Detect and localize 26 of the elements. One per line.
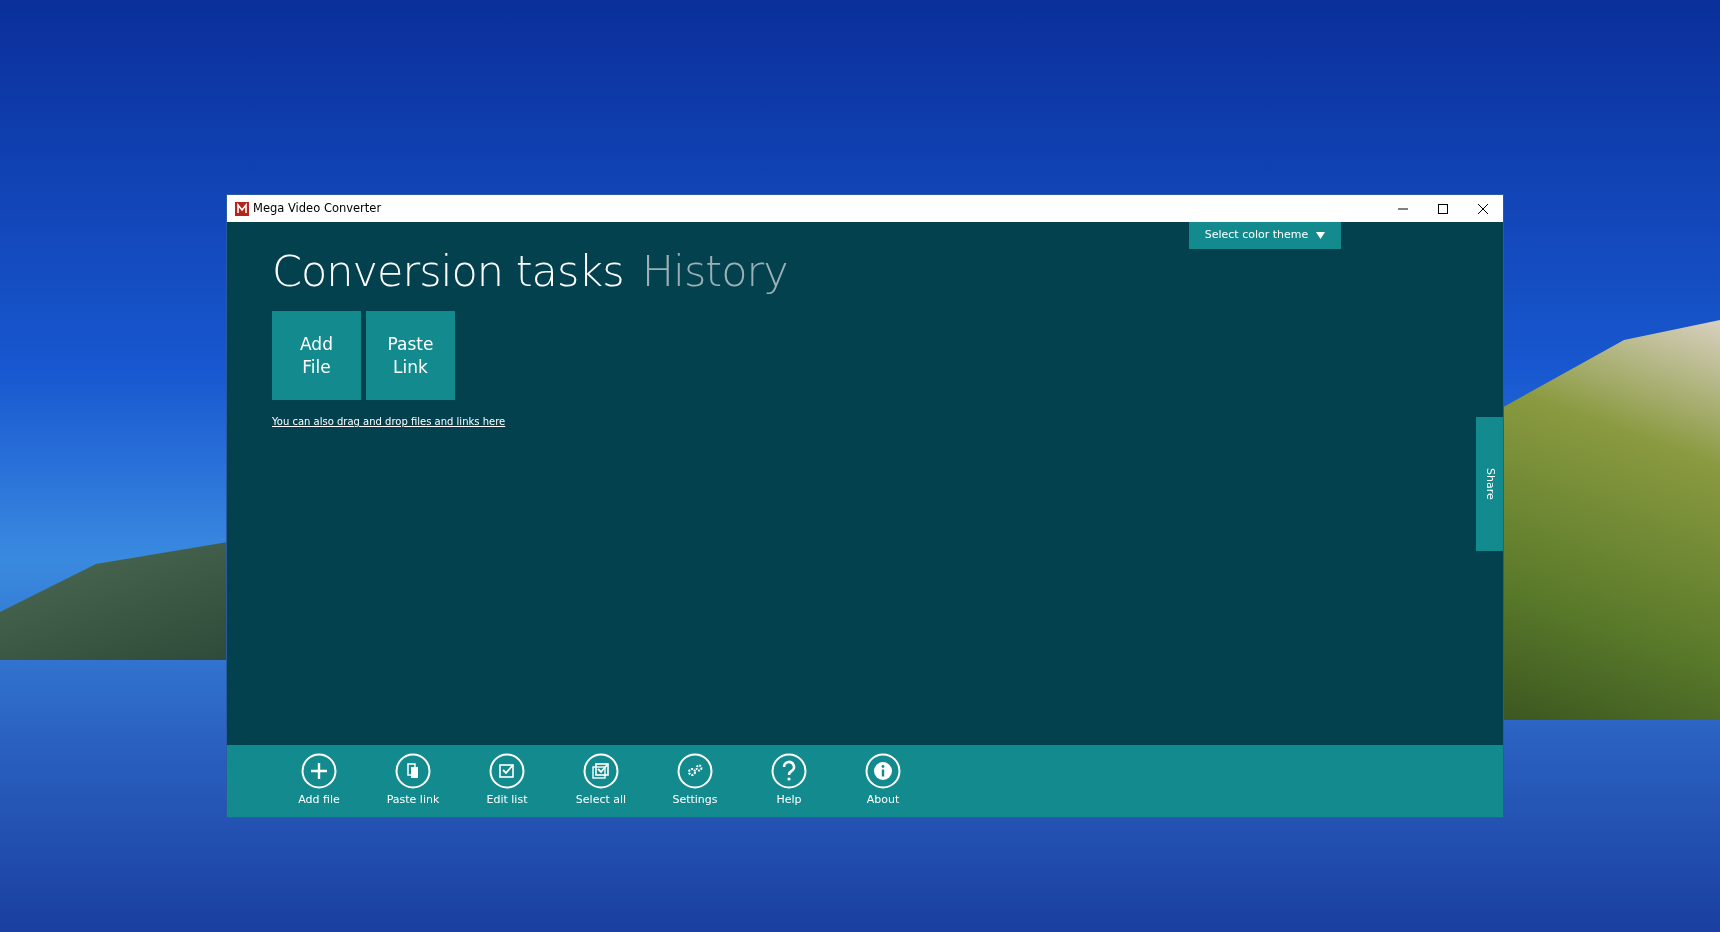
checkbox-icon — [489, 753, 525, 790]
drag-drop-link[interactable]: You can also drag and drop files and links here — [272, 416, 506, 428]
toolbar-button[interactable]: Settings — [648, 745, 742, 817]
gears-icon — [677, 753, 713, 790]
close-icon — [1478, 203, 1488, 214]
app-logo-icon — [235, 201, 249, 216]
checkbox-icon — [583, 753, 619, 790]
help-icon — [771, 753, 807, 790]
toolbar-button[interactable]: Edit list — [460, 745, 554, 817]
section-tab[interactable]: History — [641, 248, 788, 296]
toolbar-button[interactable]: About — [836, 745, 930, 817]
toolbar-button[interactable]: Help — [742, 745, 836, 817]
toolbar-button[interactable]: Select all — [554, 745, 648, 817]
section-tab[interactable]: Conversion tasks — [272, 248, 624, 296]
toolbar-button[interactable]: Paste link — [366, 745, 460, 817]
theme-dropdown[interactable]: Select color theme — [1189, 222, 1341, 249]
maximize-icon — [1438, 203, 1448, 214]
tile-button[interactable]: Add File — [272, 311, 361, 401]
info-icon — [865, 753, 901, 790]
tile-button[interactable]: Paste Link — [366, 311, 455, 401]
share-tab[interactable]: Share — [1476, 417, 1503, 551]
clipboard-icon — [395, 753, 431, 790]
window-title: Mega Video Converter — [253, 199, 382, 217]
add-icon — [301, 753, 337, 790]
toolbar-button[interactable]: Add file — [272, 745, 366, 817]
caret-icon — [1316, 232, 1326, 239]
